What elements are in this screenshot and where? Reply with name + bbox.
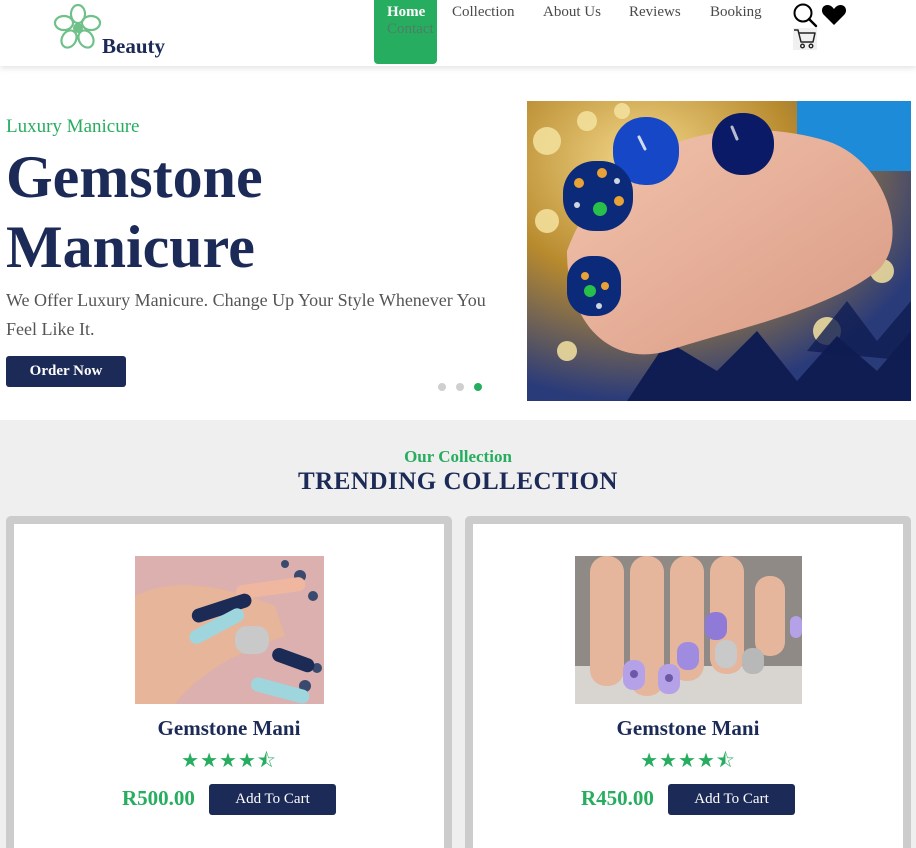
hero-banner: Luxury Manicure Gemstone Manicure We Off… <box>0 66 916 420</box>
nav-reviews[interactable]: Reviews <box>629 4 681 21</box>
collection-kicker: Our Collection <box>404 447 512 466</box>
collection-section: Our Collection TRENDING COLLECTION Gemst… <box>0 420 916 848</box>
nav-home[interactable]: Home Contact <box>374 0 437 64</box>
nav-booking[interactable]: Booking <box>710 4 762 21</box>
site-header: Beauty Home Contact Collection About Us … <box>0 0 916 66</box>
star-rating-1: ★★★★⯪ <box>181 748 277 772</box>
hero-title: Gemstone Manicure <box>6 142 506 282</box>
order-now-button[interactable]: Order Now <box>6 356 126 387</box>
product-image-2[interactable] <box>575 556 802 704</box>
nav-home-label: Home <box>387 4 426 20</box>
collection-title: TRENDING COLLECTION <box>298 468 618 495</box>
slide-dot-1[interactable] <box>438 383 446 391</box>
add-to-cart-button-1[interactable]: Add To Cart <box>209 784 336 815</box>
add-to-cart-button-2[interactable]: Add To Cart <box>668 784 795 815</box>
nav-collection[interactable]: Collection <box>452 4 515 21</box>
product-price-1: R500.00 <box>122 786 195 810</box>
brand-name: Beauty <box>102 34 165 58</box>
product-card-2[interactable]: Gemstone Mani ★★★★⯪ R450.00 Add To Cart <box>465 516 911 848</box>
product-name-2: Gemstone Mani <box>616 716 760 740</box>
hero-description: We Offer Luxury Manicure. Change Up Your… <box>6 290 486 339</box>
product-image-1[interactable] <box>135 556 324 704</box>
hero-nail-image <box>527 101 911 401</box>
star-rating-2: ★★★★⯪ <box>640 748 736 772</box>
hero-kicker: Luxury Manicure <box>6 116 140 137</box>
hero-title-line-2: Manicure <box>6 214 255 280</box>
slide-dot-3[interactable] <box>474 383 482 391</box>
nav-about-us[interactable]: About Us <box>543 4 601 21</box>
flower-icon <box>53 3 102 49</box>
nav-contact[interactable]: Contact <box>387 21 434 38</box>
hero-title-line-1: Gemstone <box>6 144 263 210</box>
product-card-1[interactable]: Gemstone Mani ★★★★⯪ R500.00 Add To Cart <box>6 516 452 848</box>
heart-icon[interactable] <box>821 4 847 31</box>
slide-dot-2[interactable] <box>456 383 464 391</box>
cart-icon[interactable] <box>793 28 817 55</box>
product-name-1: Gemstone Mani <box>157 716 301 740</box>
product-price-2: R450.00 <box>581 786 654 810</box>
brand-logo[interactable]: Beauty <box>52 2 182 62</box>
slider-dots <box>438 383 482 391</box>
